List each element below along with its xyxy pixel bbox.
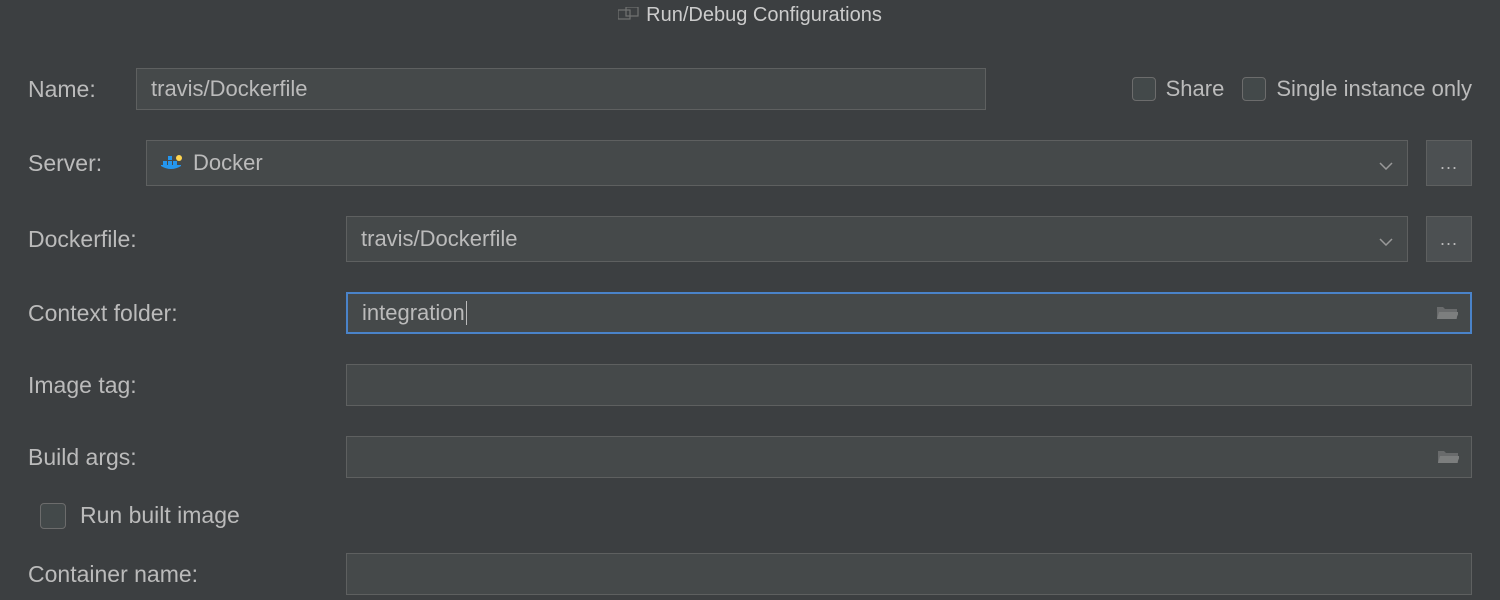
title-bar: Run/Debug Configurations	[0, 0, 1500, 30]
text-caret	[466, 301, 467, 325]
docker-icon	[161, 154, 185, 172]
server-row: Server: Docker ...	[28, 140, 1472, 186]
context-folder-value: integration	[362, 300, 465, 326]
container-name-row: Container name:	[28, 553, 1472, 595]
image-tag-label: Image tag:	[28, 372, 328, 399]
single-instance-label: Single instance only	[1276, 76, 1472, 102]
context-folder-row: Context folder: integration	[28, 292, 1472, 334]
name-value: travis/Dockerfile	[151, 76, 307, 102]
container-name-label: Container name:	[28, 561, 328, 588]
server-value: Docker	[193, 150, 263, 176]
run-built-image-row: Run built image	[28, 502, 1472, 529]
name-row: Name: travis/Dockerfile Share Single ins…	[28, 68, 1472, 110]
share-checkbox-group: Share	[1132, 76, 1225, 102]
more-icon: ...	[1440, 153, 1458, 174]
build-args-input[interactable]	[346, 436, 1472, 478]
dockerfile-row: Dockerfile: travis/Dockerfile ...	[28, 216, 1472, 262]
build-args-row: Build args:	[28, 436, 1472, 478]
server-more-button[interactable]: ...	[1426, 140, 1472, 186]
single-instance-checkbox-group: Single instance only	[1242, 76, 1472, 102]
container-name-input[interactable]	[346, 553, 1472, 595]
name-label: Name:	[28, 76, 118, 103]
name-input[interactable]: travis/Dockerfile	[136, 68, 986, 110]
context-folder-label: Context folder:	[28, 300, 328, 327]
image-tag-row: Image tag:	[28, 364, 1472, 406]
share-label: Share	[1166, 76, 1225, 102]
dockerfile-select[interactable]: travis/Dockerfile	[346, 216, 1408, 262]
server-label: Server:	[28, 150, 128, 177]
dockerfile-more-button[interactable]: ...	[1426, 216, 1472, 262]
chevron-down-icon	[1379, 226, 1393, 252]
dockerfile-label: Dockerfile:	[28, 226, 328, 253]
chevron-down-icon	[1379, 150, 1393, 176]
single-instance-checkbox[interactable]	[1242, 77, 1266, 101]
image-tag-input[interactable]	[346, 364, 1472, 406]
build-args-label: Build args:	[28, 444, 328, 471]
folder-icon[interactable]	[1437, 444, 1459, 470]
run-built-image-checkbox[interactable]	[40, 503, 66, 529]
folder-icon[interactable]	[1436, 300, 1458, 326]
more-icon: ...	[1440, 229, 1458, 250]
run-built-image-label: Run built image	[80, 502, 240, 529]
window-title: Run/Debug Configurations	[646, 4, 882, 27]
server-select[interactable]: Docker	[146, 140, 1408, 186]
context-folder-input[interactable]: integration	[346, 292, 1472, 334]
share-checkbox[interactable]	[1132, 77, 1156, 101]
dockerfile-value: travis/Dockerfile	[361, 226, 517, 252]
windows-icon	[618, 7, 640, 23]
